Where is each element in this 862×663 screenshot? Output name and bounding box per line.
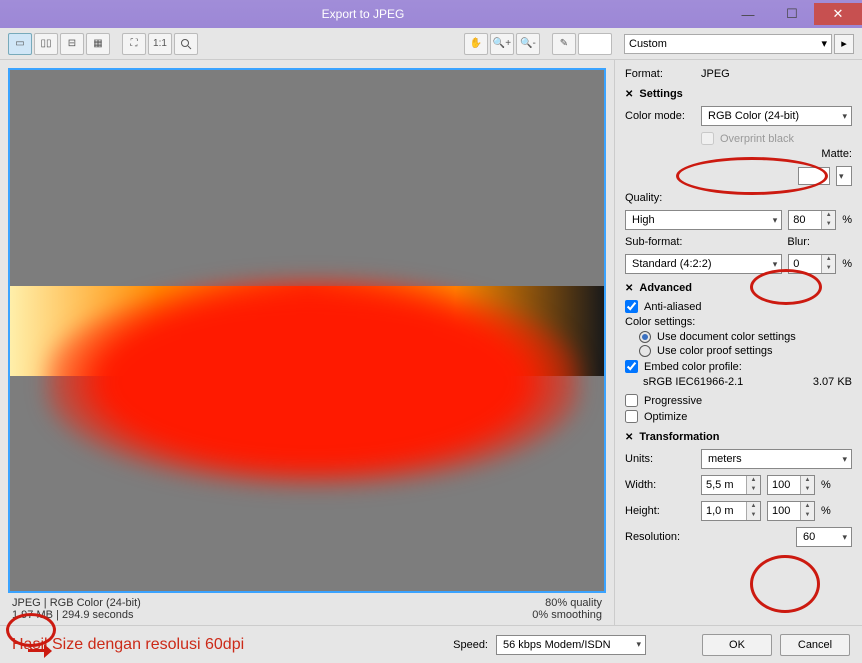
maximize-button[interactable]: ☐ — [770, 3, 814, 25]
preset-dropdown[interactable]: Custom ▾ — [624, 34, 832, 54]
embed-profile-checkbox[interactable] — [625, 360, 638, 373]
collapse-icon: ✕ — [625, 89, 633, 100]
zoom-out-icon[interactable]: 🔍- — [516, 33, 540, 55]
anti-aliased-checkbox[interactable] — [625, 300, 638, 313]
grid-2x2-icon[interactable]: ▦ — [86, 33, 110, 55]
split-v-icon[interactable]: ⊟ — [60, 33, 84, 55]
progressive-checkbox[interactable] — [625, 394, 638, 407]
zoom-in-icon[interactable]: 🔍+ — [490, 33, 514, 55]
zoom-1to1-icon[interactable]: 1:1 — [148, 33, 172, 55]
preset-menu-button[interactable]: ▸ — [834, 34, 854, 54]
blur-spinner[interactable]: 0 ▲▼ — [788, 254, 836, 274]
hand-tool-icon[interactable]: ✋ — [464, 33, 488, 55]
color-swatch[interactable] — [578, 33, 612, 55]
format-label: Format: — [625, 68, 695, 80]
matte-label: Matte: — [821, 148, 852, 160]
preview-info-right: 80% quality 0% smoothing — [532, 597, 602, 621]
preview-column: JPEG | RGB Color (24-bit) 1.97 MB | 294.… — [0, 60, 614, 625]
units-dropdown[interactable]: meters▾ — [701, 449, 852, 469]
quality-preset-dropdown[interactable]: High▾ — [625, 210, 782, 230]
use-doc-color-radio[interactable]: Use document color settings — [639, 331, 852, 343]
minimize-button[interactable]: — — [726, 3, 770, 25]
speed-label: Speed: — [453, 639, 488, 651]
settings-panel: Format: JPEG ✕ Settings Color mode: RGB … — [614, 60, 862, 625]
chevron-down-icon: ▾ — [842, 111, 847, 122]
color-settings-label: Color settings: — [625, 316, 852, 328]
resolution-label: Resolution: — [625, 531, 695, 543]
window-titlebar: Export to JPEG — ☐ ✕ — [0, 0, 862, 28]
height-label: Height: — [625, 505, 695, 517]
split-h-icon[interactable]: ▯▯ — [34, 33, 58, 55]
cancel-button[interactable]: Cancel — [780, 634, 850, 656]
quality-label: Quality: — [625, 192, 662, 204]
overprint-black-label: Overprint black — [720, 133, 794, 145]
preset-value: Custom — [629, 38, 667, 50]
collapse-icon: ✕ — [625, 283, 633, 294]
matte-dropdown[interactable]: ▾ — [836, 166, 852, 186]
overprint-black-checkbox — [701, 132, 714, 145]
window-title: Export to JPEG — [0, 7, 726, 21]
optimize-checkbox[interactable] — [625, 410, 638, 423]
redaction-overlay — [46, 278, 581, 486]
resolution-dropdown[interactable]: 60▾ — [796, 527, 852, 547]
zoom-fit-icon[interactable]: ⛶ — [122, 33, 146, 55]
height-input[interactable]: 1,0 m▲▼ — [701, 501, 761, 521]
preview-toolbar: ▭ ▯▯ ⊟ ▦ ⛶ 1:1 ✋ 🔍+ 🔍- ✎ Custom ▾ ▸ — [0, 28, 862, 60]
format-value: JPEG — [701, 68, 730, 80]
use-proof-color-radio[interactable]: Use color proof settings — [639, 345, 852, 357]
matte-swatch[interactable] — [798, 167, 830, 185]
color-mode-dropdown[interactable]: RGB Color (24-bit) ▾ — [701, 106, 852, 126]
width-input[interactable]: 5,5 m▲▼ — [701, 475, 761, 495]
zoom-100-icon[interactable] — [174, 33, 198, 55]
width-label: Width: — [625, 479, 695, 491]
advanced-section-header[interactable]: ✕ Advanced — [625, 282, 852, 294]
preview-canvas[interactable] — [8, 68, 606, 593]
annotation-arrow-icon — [22, 644, 50, 658]
blur-label: Blur: — [787, 236, 810, 248]
units-label: Units: — [625, 453, 695, 465]
single-pane-icon[interactable]: ▭ — [8, 33, 32, 55]
chevron-down-icon: ▾ — [821, 37, 827, 50]
profile-name: sRGB IEC61966-2.1 — [643, 376, 743, 388]
dialog-footer: Hasil Size dengan resolusi 60dpi Speed: … — [0, 625, 862, 663]
settings-section-header[interactable]: ✕ Settings — [625, 88, 852, 100]
eyedropper-icon[interactable]: ✎ — [552, 33, 576, 55]
close-button[interactable]: ✕ — [814, 3, 862, 25]
height-percent-spinner[interactable]: 100▲▼ — [767, 501, 815, 521]
subformat-label: Sub-format: — [625, 236, 682, 248]
color-mode-label: Color mode: — [625, 110, 695, 122]
ok-button[interactable]: OK — [702, 634, 772, 656]
collapse-icon: ✕ — [625, 432, 633, 443]
preview-info-left: JPEG | RGB Color (24-bit) 1.97 MB | 294.… — [12, 597, 141, 621]
transformation-section-header[interactable]: ✕ Transformation — [625, 431, 852, 443]
quality-value-spinner[interactable]: 80 ▲▼ — [788, 210, 836, 230]
annotation-text: Hasil Size dengan resolusi 60dpi — [12, 636, 445, 654]
width-percent-spinner[interactable]: 100▲▼ — [767, 475, 815, 495]
speed-dropdown[interactable]: 56 kbps Modem/ISDN▾ — [496, 635, 646, 655]
subformat-dropdown[interactable]: Standard (4:2:2)▾ — [625, 254, 782, 274]
profile-size: 3.07 KB — [813, 376, 852, 388]
